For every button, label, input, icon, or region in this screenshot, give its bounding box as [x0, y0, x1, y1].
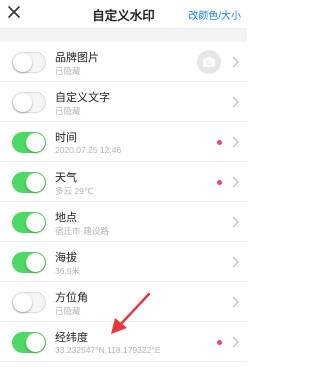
new-badge-dot [217, 180, 222, 185]
weather-toggle[interactable] [12, 172, 46, 193]
toggle-knob [26, 133, 45, 152]
row-value: 宿迁市·建设路 [55, 226, 109, 236]
row-label: 时间 [55, 132, 77, 144]
row-time[interactable]: 时间 2020.07.25 12:46 [0, 122, 247, 162]
toggle-knob [13, 293, 32, 312]
row-label: 方位角 [55, 292, 88, 304]
new-badge-dot [217, 140, 222, 145]
toggle-knob [26, 333, 45, 352]
brand-image-toggle[interactable] [12, 52, 46, 73]
chevron-right-icon[interactable] [230, 95, 240, 109]
header-bar: 自定义水印 改颜色/大小 [0, 0, 247, 28]
toggle-knob [26, 253, 45, 272]
row-status: 已隐藏 [55, 106, 81, 116]
row-location[interactable]: 地点 宿迁市·建设路 [0, 202, 247, 242]
chevron-right-icon[interactable] [230, 175, 240, 189]
new-badge-dot [217, 340, 222, 345]
time-toggle[interactable] [12, 132, 46, 153]
azimuth-toggle[interactable] [12, 292, 46, 313]
annotation-arrow-icon [111, 292, 151, 334]
row-altitude[interactable]: 海拔 36.5米 [0, 242, 247, 282]
altitude-toggle[interactable] [12, 252, 46, 273]
row-status: 已隐藏 [55, 66, 81, 76]
row-weather[interactable]: 天气 多云 29℃ [0, 162, 247, 202]
toggle-knob [13, 93, 32, 112]
row-label: 品牌图片 [55, 52, 99, 64]
row-label: 天气 [55, 172, 77, 184]
chevron-right-icon[interactable] [230, 215, 240, 229]
custom-text-toggle[interactable] [12, 92, 46, 113]
coordinates-toggle[interactable] [12, 332, 46, 353]
toggle-knob [26, 213, 45, 232]
row-label: 海拔 [55, 252, 77, 264]
toggle-knob [13, 53, 32, 72]
chevron-right-icon[interactable] [230, 335, 240, 349]
row-value: 2020.07.25 12:46 [55, 145, 122, 155]
chevron-right-icon[interactable] [230, 295, 240, 309]
change-color-size-button[interactable]: 改颜色/大小 [188, 7, 241, 22]
row-label: 地点 [55, 212, 77, 224]
row-brand-image[interactable]: 品牌图片 已隐藏 [0, 42, 247, 82]
location-toggle[interactable] [12, 212, 46, 233]
chevron-right-icon[interactable] [230, 55, 240, 69]
camera-icon[interactable] [197, 50, 221, 74]
row-value: 33.232547°N,118.179322°E [55, 345, 161, 355]
row-label: 经纬度 [55, 332, 88, 344]
row-value: 36.5米 [55, 266, 81, 276]
row-custom-text[interactable]: 自定义文字 已隐藏 [0, 82, 247, 122]
row-value: 多云 29℃ [55, 186, 94, 196]
row-status: 已隐藏 [55, 306, 81, 316]
row-label: 自定义文字 [55, 92, 110, 104]
section-divider [0, 28, 247, 42]
chevron-right-icon[interactable] [230, 255, 240, 269]
chevron-right-icon[interactable] [230, 135, 240, 149]
toggle-knob [26, 173, 45, 192]
